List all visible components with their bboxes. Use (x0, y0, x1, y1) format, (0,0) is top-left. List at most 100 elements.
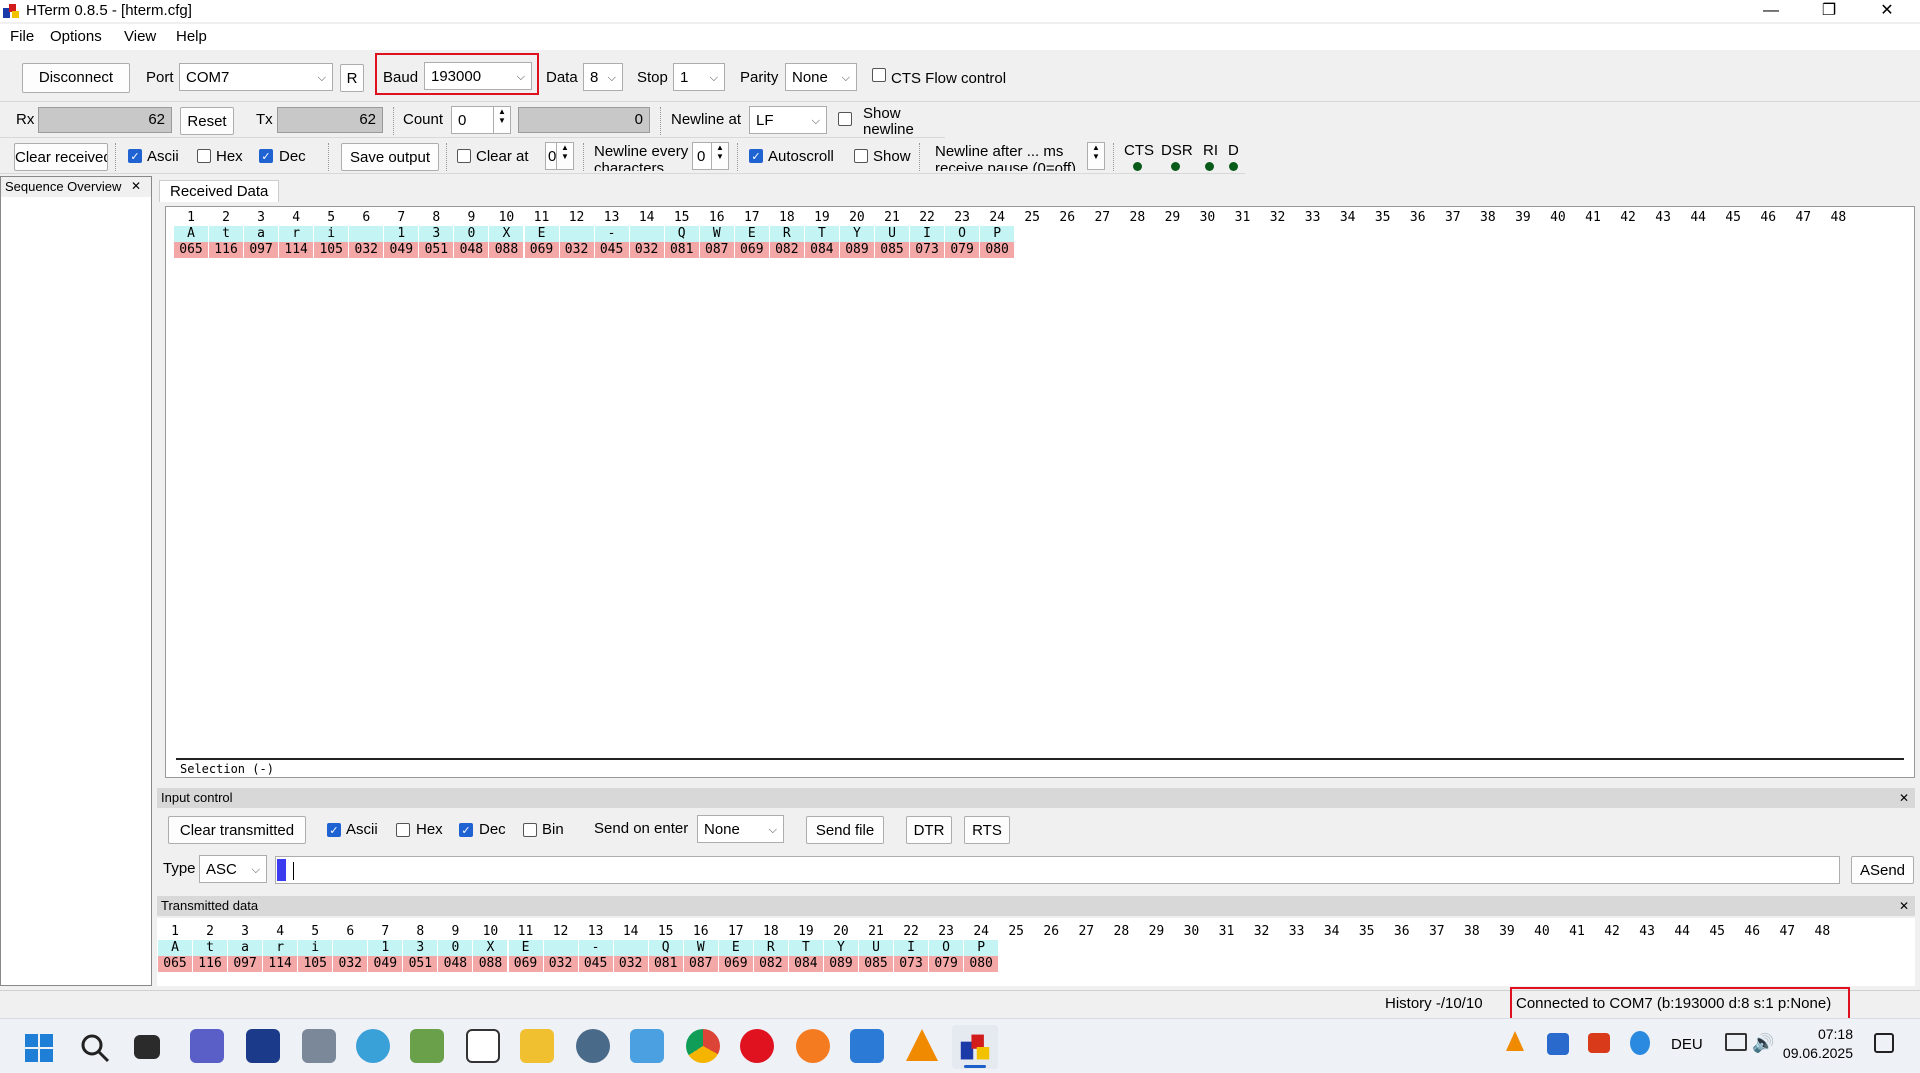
dtr-button[interactable]: DTR (906, 816, 952, 844)
paint-icon[interactable] (356, 1029, 390, 1063)
tray-vlc-icon[interactable] (1506, 1031, 1524, 1051)
input-bin-checkbox[interactable] (523, 823, 537, 837)
menu-help[interactable]: Help (176, 28, 207, 45)
tab-received-data[interactable]: Received Data (159, 180, 280, 202)
drawing-icon[interactable] (466, 1029, 500, 1063)
remote-desktop-icon[interactable] (630, 1029, 664, 1063)
byte-ascii: t (193, 940, 228, 956)
close-icon[interactable]: ✕ (131, 179, 141, 193)
app-icon-blue[interactable] (246, 1029, 280, 1063)
maximize-button[interactable]: ❐ (1806, 0, 1852, 22)
cts-flow-checkbox[interactable] (872, 68, 886, 82)
hex-checkbox[interactable] (197, 149, 211, 163)
stop-label: Stop (637, 69, 668, 86)
input-dec-checkbox[interactable]: ✓ (459, 823, 473, 837)
baud-select[interactable]: 193000 ⌵ (424, 62, 532, 90)
byte-index: 10 (482, 924, 499, 939)
asend-button[interactable]: ASend (1851, 856, 1914, 884)
byte-index: 23 (954, 210, 970, 225)
language-indicator[interactable]: DEU (1671, 1036, 1703, 1053)
file-explorer-icon[interactable] (520, 1029, 554, 1063)
chevron-down-icon: ⌵ (317, 72, 326, 84)
transmitted-data-area[interactable]: 1 2 3 4 5 6 7 8 9 10 11 12 13 14 15 16 17 18 19 20 21 22 23 24 2… (157, 918, 1915, 986)
send-input[interactable] (275, 856, 1840, 884)
newline-select[interactable]: LF ⌵ (749, 106, 827, 134)
byte-ascii: - (578, 940, 613, 956)
parity-value: None (792, 69, 828, 86)
count-spinner[interactable]: ▲ ▼ (493, 106, 511, 134)
minimize-button[interactable]: — (1748, 0, 1794, 22)
chevron-down-icon: ⌵ (768, 824, 777, 836)
byte-ascii: E (718, 940, 753, 956)
clear-at-spinner[interactable]: ▲ ▼ (556, 142, 574, 170)
parity-select[interactable]: None ⌵ (785, 63, 857, 91)
byte-index: 40 (1534, 924, 1550, 939)
notes-icon[interactable] (850, 1029, 884, 1063)
volume-icon[interactable]: 🔊 (1752, 1033, 1774, 1054)
received-data-area[interactable]: 1 2 3 4 5 6 7 8 9 10 11 12 13 14 15 16 17 18 19 20 21 22 23 24 2… (165, 206, 1915, 778)
ascii-checkbox[interactable]: ✓ (128, 149, 142, 163)
dec-checkbox[interactable]: ✓ (259, 149, 273, 163)
clear-transmitted-button[interactable]: Clear transmitted (168, 816, 306, 844)
menu-view[interactable]: View (124, 28, 156, 45)
newline-every-spinner[interactable]: ▲ ▼ (711, 142, 729, 170)
newline-after-spinner[interactable]: ▲ ▼ (1087, 142, 1105, 170)
hterm-taskbar-button[interactable] (952, 1025, 998, 1069)
chrome-icon[interactable] (686, 1029, 720, 1063)
opera-icon[interactable] (740, 1029, 774, 1063)
menu-file[interactable]: File (10, 28, 34, 45)
network-icon[interactable] (1725, 1033, 1747, 1051)
autoscroll-checkbox[interactable]: ✓ (749, 149, 763, 163)
data-bits-select[interactable]: 8 ⌵ (583, 63, 623, 91)
clock-time[interactable]: 07:18 (1795, 1026, 1853, 1042)
input-ascii-checkbox[interactable]: ✓ (327, 823, 341, 837)
calculator-icon[interactable] (302, 1029, 336, 1063)
send-file-button[interactable]: Send file (806, 816, 884, 844)
rts-button[interactable]: RTS (964, 816, 1010, 844)
byte-index: 44 (1690, 210, 1706, 225)
tray-bolt-icon[interactable] (1630, 1031, 1650, 1055)
port-select[interactable]: COM7 ⌵ (179, 63, 333, 91)
input-dec-label: Dec (479, 821, 506, 838)
close-icon[interactable]: ✕ (1899, 896, 1909, 916)
byte-dec: 097 (244, 242, 279, 258)
task-view-icon[interactable] (134, 1035, 160, 1059)
byte-dec: 087 (683, 956, 718, 972)
menu-options[interactable]: Options (50, 28, 102, 45)
tray-security-icon[interactable] (1547, 1033, 1569, 1055)
port-value: COM7 (186, 69, 230, 86)
settings-icon[interactable] (576, 1029, 610, 1063)
stop-bits-select[interactable]: 1 ⌵ (673, 63, 725, 91)
count-input[interactable]: 0 (451, 106, 495, 134)
clear-received-button[interactable]: Clear received (14, 143, 108, 171)
close-icon[interactable]: ✕ (1899, 788, 1909, 808)
byte-index: 25 (1008, 924, 1025, 939)
byte-ascii: R (769, 226, 804, 242)
save-output-button[interactable]: Save output (341, 143, 439, 171)
byte-ascii: W (699, 226, 734, 242)
send-on-enter-select[interactable]: None ⌵ (697, 815, 784, 843)
firefox-icon[interactable] (796, 1029, 830, 1063)
notification-icon[interactable] (1874, 1033, 1894, 1053)
teams-icon[interactable] (190, 1029, 224, 1063)
show-checkbox[interactable] (854, 149, 868, 163)
type-select[interactable]: ASC ⌵ (199, 855, 267, 883)
reset-button[interactable]: Reset (180, 107, 234, 135)
refresh-ports-button[interactable]: R (340, 64, 364, 92)
clock-date[interactable]: 09.06.2025 (1777, 1045, 1853, 1061)
notepad-plus-icon[interactable] (410, 1029, 444, 1063)
search-icon[interactable] (80, 1033, 110, 1063)
byte-dec: 069 (524, 242, 559, 258)
byte-dec: 080 (980, 242, 1015, 258)
byte-dec: 032 (543, 956, 578, 972)
show-newline-checkbox[interactable] (838, 112, 852, 126)
clear-at-checkbox[interactable] (457, 149, 471, 163)
close-button[interactable]: ✕ (1864, 0, 1910, 22)
windows-start-icon[interactable] (24, 1033, 54, 1063)
byte-index: 4 (292, 210, 301, 225)
disconnect-button[interactable]: Disconnect (22, 63, 130, 93)
tray-app-icon[interactable] (1588, 1033, 1610, 1053)
vlc-icon[interactable] (906, 1029, 938, 1061)
byte-index: 4 (276, 924, 285, 939)
input-hex-checkbox[interactable] (396, 823, 410, 837)
